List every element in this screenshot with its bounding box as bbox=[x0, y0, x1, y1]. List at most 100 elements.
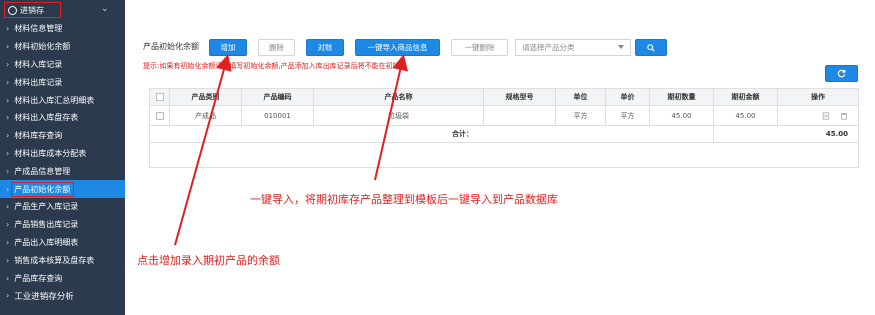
table-cell: 45.00 bbox=[714, 106, 778, 125]
sidebar-item-label: 产品出入库明细表 bbox=[14, 237, 79, 247]
select-all-cell[interactable] bbox=[150, 89, 170, 105]
chevron-down-icon[interactable]: ⌄ bbox=[101, 4, 109, 14]
chevron-right-icon: › bbox=[6, 131, 10, 141]
table-cell bbox=[778, 106, 858, 125]
sidebar-item[interactable]: › 材料库存查询 bbox=[0, 127, 125, 145]
table-total-row: 合计： 45.00 bbox=[150, 126, 858, 143]
table-cell: 平方 bbox=[606, 106, 650, 125]
app-root: 进销存 ⌄ › 材料信息管理 › 材料初始化余额 › 材料入库记录 › 材料出库记录 › 材料出入… bbox=[0, 0, 875, 315]
edit-icon[interactable] bbox=[822, 111, 830, 120]
sidebar-menu: › 材料信息管理 › 材料初始化余额 › 材料入库记录 › 材料出库记录 › 材料出入库汇总明细表… bbox=[0, 20, 125, 305]
sidebar: 进销存 ⌄ › 材料信息管理 › 材料初始化余额 › 材料入库记录 › 材料出库记录 › 材料出入… bbox=[0, 0, 125, 315]
sidebar-item-label: 材料出入库盘存表 bbox=[14, 113, 79, 123]
chevron-right-icon: › bbox=[6, 220, 10, 230]
sidebar-item-label: 材料库存查询 bbox=[14, 131, 63, 141]
category-select[interactable]: 请选择产品分类 bbox=[515, 39, 631, 56]
table-cell: 垃圾袋 bbox=[314, 106, 484, 125]
table-header: 产品类别 产品编码 产品名称 规格型号 单位 单价 期初数量 期初金额 操作 bbox=[150, 89, 858, 106]
sidebar-item[interactable]: › 产品初始化余额 bbox=[0, 180, 125, 198]
sidebar-item-label: 产品初始化余额 bbox=[11, 181, 75, 197]
column-header: 规格型号 bbox=[484, 89, 556, 105]
sidebar-item-label: 材料入库记录 bbox=[14, 59, 63, 69]
reconcile-button[interactable]: 对账 bbox=[306, 39, 344, 56]
sidebar-item[interactable]: › 销售成本核算及盘存表 bbox=[0, 251, 125, 269]
chevron-right-icon: › bbox=[6, 113, 10, 123]
refresh-button[interactable] bbox=[825, 65, 858, 82]
select-all-checkbox[interactable] bbox=[155, 93, 164, 101]
import-annotation: 一键导入，将期初库存产品整理到模板后一键导入到产品数据库 bbox=[250, 193, 558, 206]
sidebar-header-label: 进销存 bbox=[20, 5, 44, 15]
table-cell: 010001 bbox=[242, 106, 314, 125]
column-header: 产品名称 bbox=[314, 89, 484, 105]
sidebar-item[interactable]: › 产品出入库明细表 bbox=[0, 234, 125, 252]
sidebar-item[interactable]: › 材料出入库盘存表 bbox=[0, 109, 125, 127]
chevron-right-icon: › bbox=[6, 95, 10, 105]
sidebar-item[interactable]: › 材料信息管理 bbox=[0, 20, 125, 38]
delete-all-button[interactable]: 一键删除 bbox=[451, 39, 508, 56]
chevron-right-icon: › bbox=[6, 166, 10, 176]
sidebar-item-label: 材料出入库汇总明细表 bbox=[14, 95, 95, 105]
column-header: 单价 bbox=[606, 89, 650, 105]
chevron-right-icon: › bbox=[6, 184, 10, 194]
sidebar-item[interactable]: › 材料出入库汇总明细表 bbox=[0, 91, 125, 109]
search-icon bbox=[647, 43, 655, 52]
column-header: 产品类别 bbox=[170, 89, 242, 105]
caret-down-icon bbox=[618, 45, 624, 49]
trash-icon[interactable] bbox=[840, 112, 848, 120]
chevron-right-icon: › bbox=[6, 42, 10, 52]
hint-text: 提示:如果有初始化余额请先填写初始化余额,产品添加入库出库记录后将不能在初始化 bbox=[143, 62, 407, 70]
chevron-right-icon: › bbox=[6, 24, 10, 34]
sidebar-item[interactable]: › 产成品信息管理 bbox=[0, 162, 125, 180]
chevron-right-icon: › bbox=[6, 77, 10, 87]
chevron-right-icon: › bbox=[6, 202, 10, 212]
sidebar-item-label: 产品库存查询 bbox=[14, 273, 63, 283]
sidebar-item-label: 销售成本核算及盘存表 bbox=[14, 255, 95, 265]
sidebar-header[interactable]: 进销存 ⌄ bbox=[0, 0, 125, 20]
category-select-placeholder: 请选择产品分类 bbox=[522, 43, 575, 52]
sidebar-item[interactable]: › 产品库存查询 bbox=[0, 269, 125, 287]
column-header: 操作 bbox=[811, 93, 825, 101]
column-header: 产品编码 bbox=[242, 89, 314, 105]
table-cell: 平方 bbox=[556, 106, 606, 125]
product-table: 产品类别 产品编码 产品名称 规格型号 单位 单价 期初数量 期初金额 操作 产成品 010001… bbox=[149, 88, 859, 168]
sidebar-item[interactable]: › 材料入库记录 bbox=[0, 56, 125, 74]
column-header: 期初数量 bbox=[650, 89, 714, 105]
add-button[interactable]: 增加 bbox=[209, 39, 247, 56]
refresh-icon bbox=[837, 69, 846, 78]
column-header: 期初金额 bbox=[714, 89, 778, 105]
sidebar-item[interactable]: › 工业进销存分析 bbox=[0, 287, 125, 305]
import-button[interactable]: 一键导入商品信息 bbox=[355, 39, 440, 56]
sidebar-item[interactable]: › 材料出库记录 bbox=[0, 73, 125, 91]
sidebar-item-label: 材料信息管理 bbox=[14, 24, 63, 34]
sidebar-item-label: 材料初始化余额 bbox=[14, 42, 71, 52]
table-cell: 产成品 bbox=[170, 106, 242, 125]
row-checkbox[interactable] bbox=[155, 111, 164, 120]
chevron-right-icon: › bbox=[6, 255, 10, 265]
chevron-right-icon: › bbox=[6, 273, 10, 283]
sidebar-header-highlight: 进销存 bbox=[4, 2, 61, 18]
sidebar-item-label: 产品生产入库记录 bbox=[14, 202, 79, 212]
module-icon bbox=[8, 5, 17, 15]
search-button[interactable] bbox=[635, 39, 667, 56]
sidebar-item[interactable]: › 材料初始化余额 bbox=[0, 38, 125, 56]
sidebar-item[interactable]: › 产品生产入库记录 bbox=[0, 198, 125, 216]
page-title: 产品初始化余额 bbox=[143, 42, 199, 51]
table-cell: 45.00 bbox=[650, 106, 714, 125]
column-header: 单位 bbox=[556, 89, 606, 105]
table-cell bbox=[484, 106, 556, 125]
sidebar-item-label: 材料出库成本分配表 bbox=[14, 148, 87, 158]
total-value: 45.00 bbox=[825, 130, 848, 138]
chevron-right-icon: › bbox=[6, 291, 10, 301]
sidebar-item[interactable]: › 产品销售出库记录 bbox=[0, 216, 125, 234]
delete-button[interactable]: 删除 bbox=[258, 39, 295, 56]
chevron-right-icon: › bbox=[6, 148, 10, 158]
total-label: 合计： bbox=[150, 126, 714, 142]
add-annotation: 点击增加录入期初产品的余额 bbox=[137, 254, 280, 267]
sidebar-item-label: 工业进销存分析 bbox=[14, 291, 74, 302]
sidebar-item-label: 产成品信息管理 bbox=[14, 166, 71, 176]
table-cell bbox=[150, 106, 170, 125]
table-row[interactable]: 产成品 010001 垃圾袋 平方 平方 45.00 45.00 bbox=[150, 106, 858, 126]
chevron-right-icon: › bbox=[6, 59, 10, 69]
sidebar-item[interactable]: › 材料出库成本分配表 bbox=[0, 145, 125, 163]
chevron-right-icon: › bbox=[6, 237, 10, 247]
